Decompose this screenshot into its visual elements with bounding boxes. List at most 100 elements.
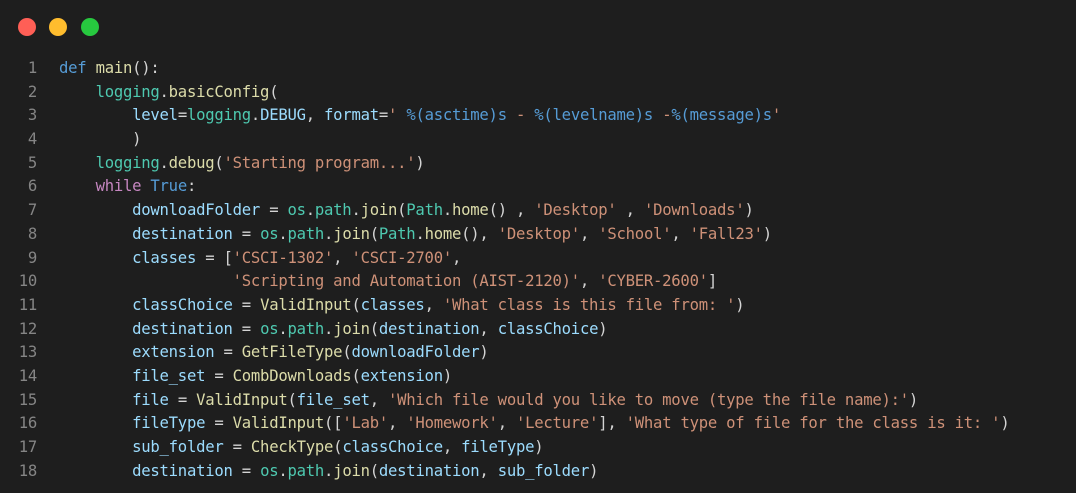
line-number: 16: [18, 414, 38, 433]
code-token: %(asctime)s: [406, 106, 507, 125]
code-token: 'Desktop': [497, 224, 581, 243]
code-token: path: [287, 461, 325, 480]
code-line: 4 ): [0, 128, 1076, 152]
line-number: 11: [18, 295, 38, 314]
code-token: ): [598, 319, 608, 338]
code-token: 'Starting program...': [223, 153, 416, 172]
code-token: 'Lecture': [515, 414, 599, 433]
code-token: ): [589, 461, 599, 480]
code-token: format: [324, 106, 379, 125]
code-token: ,: [479, 319, 498, 338]
code-token: debug: [168, 153, 215, 172]
code-token: ,: [671, 224, 690, 243]
code-token: file_set: [132, 366, 206, 385]
code-text: def main():: [59, 57, 160, 81]
code-text: file = ValidInput(file_set, 'Which file …: [59, 389, 918, 413]
line-number: 12: [18, 319, 38, 338]
code-token: ,: [333, 248, 352, 267]
code-text: ): [59, 128, 141, 152]
code-token: ,: [479, 461, 498, 480]
code-token: join: [333, 319, 370, 338]
code-token: =: [241, 295, 251, 314]
code-token: (: [369, 319, 379, 338]
code-token: =: [223, 343, 233, 362]
code-token: =: [241, 319, 251, 338]
code-token: def: [59, 59, 87, 77]
code-token: sub_folder: [132, 438, 224, 456]
code-token: sub_folder: [497, 461, 590, 480]
code-token: join: [360, 201, 398, 220]
code-token: 'What type of file for the class is it: …: [625, 414, 1001, 433]
close-icon[interactable]: [18, 18, 36, 36]
code-token: ([: [324, 414, 343, 433]
code-text: destination = os.path.join(destination, …: [59, 318, 608, 342]
code-token: destination: [132, 224, 233, 243]
minimize-icon[interactable]: [49, 18, 67, 36]
code-token: os: [287, 201, 306, 220]
code-token: ,: [388, 414, 407, 433]
line-number: 9: [27, 248, 37, 267]
code-token: True: [150, 177, 187, 196]
code-token: 'CSCI-1302': [232, 248, 334, 267]
line-number: 15: [18, 390, 38, 409]
code-token: ): [735, 295, 745, 314]
code-token: CheckType: [250, 438, 334, 456]
code-text: downloadFolder = os.path.join(Path.home(…: [59, 199, 754, 223]
code-text: destination = os.path.join(destination, …: [59, 460, 598, 484]
code-text: while True:: [59, 175, 197, 199]
code-token: ,: [579, 224, 599, 243]
code-text: 'Scripting and Automation (AIST-2120)', …: [59, 270, 718, 294]
code-editor[interactable]: 1 def main(): 2 logging.basicConfig(3 leve…: [0, 57, 1076, 483]
code-token: 'Downloads': [643, 201, 745, 220]
code-token: logging: [95, 153, 160, 172]
code-token: ): [534, 438, 544, 456]
code-token: ): [744, 201, 754, 220]
line-number: 5: [27, 153, 37, 172]
code-line: 14 file_set = CombDownloads(extension): [0, 365, 1076, 389]
code-line: 10 'Scripting and Automation (AIST-2120)…: [0, 270, 1076, 294]
code-text: logging.basicConfig(: [59, 81, 279, 105]
code-token: =: [214, 414, 224, 433]
code-token: Path: [406, 201, 443, 220]
code-line: 18 destination = os.path.join(destinatio…: [0, 460, 1076, 484]
code-token: =: [232, 438, 242, 456]
code-token: os: [260, 461, 279, 480]
code-token: downloadFolder: [351, 343, 480, 362]
line-number: 3: [27, 106, 37, 125]
code-token: ():: [132, 59, 160, 77]
code-token: 'School': [598, 224, 672, 243]
code-token: ValidInput: [232, 414, 325, 433]
code-token: 'Fall23': [689, 224, 763, 243]
code-token: downloadFolder: [132, 201, 261, 220]
code-token: ): [415, 153, 425, 172]
code-token: classChoice: [342, 438, 443, 456]
code-token: ): [479, 343, 489, 362]
code-line: 17 sub_folder = CheckType(classChoice, f…: [0, 436, 1076, 460]
line-number: 8: [27, 224, 37, 243]
code-line: 7 downloadFolder = os.path.join(Path.hom…: [0, 199, 1076, 223]
line-number: 13: [18, 343, 38, 362]
code-token: .: [159, 82, 169, 101]
code-token: -: [506, 106, 535, 125]
code-token: path: [287, 319, 325, 338]
code-line: 11 classChoice = ValidInput(classes, 'Wh…: [0, 294, 1076, 318]
zoom-icon[interactable]: [81, 18, 99, 36]
